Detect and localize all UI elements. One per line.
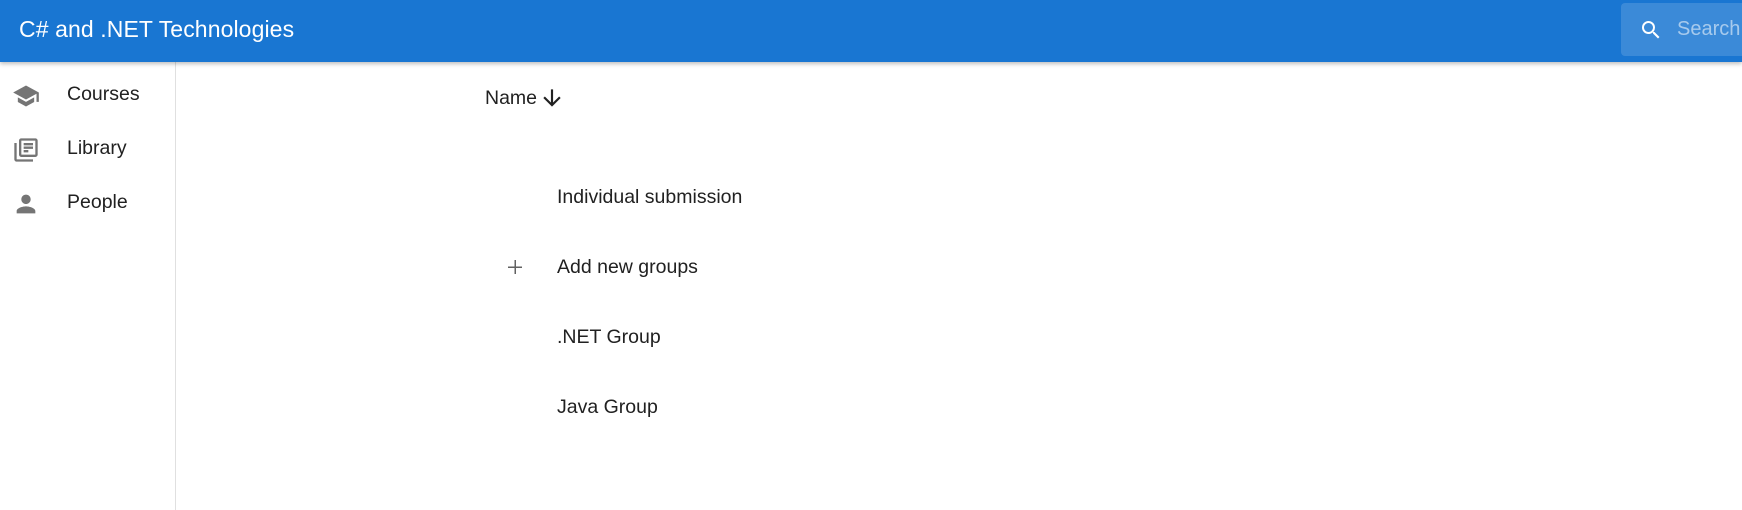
group-row-net-group[interactable]: .NET Group	[485, 309, 1085, 365]
sidebar: Courses Library People	[0, 62, 176, 510]
group-row-individual-submission[interactable]: Individual submission	[485, 169, 1085, 225]
add-new-groups-button[interactable]: Add new groups	[485, 239, 1085, 295]
sidebar-item-label: Library	[67, 137, 127, 159]
sidebar-item-people[interactable]: People	[0, 175, 175, 229]
group-row-java-group[interactable]: Java Group	[485, 379, 1085, 435]
person-icon	[16, 194, 36, 214]
column-header-label: Name	[485, 86, 538, 109]
sort-header-name[interactable]: Name	[485, 84, 565, 112]
search-box[interactable]	[1621, 3, 1742, 56]
list-item-label: .NET Group	[557, 326, 661, 348]
page-title: C# and .NET Technologies	[19, 16, 295, 42]
search-input[interactable]	[1677, 3, 1742, 56]
app-bar: C# and .NET Technologies	[0, 0, 1742, 62]
sidebar-item-courses[interactable]: Courses	[0, 67, 175, 121]
arrow-down-icon	[543, 89, 561, 107]
sidebar-item-label: Courses	[67, 83, 140, 105]
sidebar-item-library[interactable]: Library	[0, 121, 175, 175]
list-item-label: Add new groups	[557, 256, 698, 278]
search-icon	[1642, 21, 1660, 39]
library-books-icon	[14, 138, 38, 162]
school-icon	[13, 85, 39, 107]
sidebar-item-label: People	[67, 191, 128, 213]
main-content: Name Individual submission Add new group…	[176, 62, 1742, 510]
list-item-label: Individual submission	[557, 186, 743, 208]
list-item-label: Java Group	[557, 396, 658, 418]
plus-icon	[508, 260, 522, 274]
